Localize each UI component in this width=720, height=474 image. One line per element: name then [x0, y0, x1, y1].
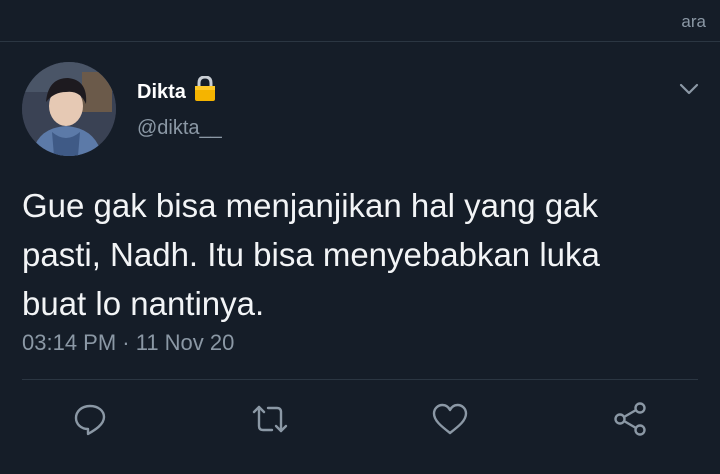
retweet-icon — [252, 405, 288, 433]
reply-icon — [74, 404, 106, 436]
tweet-text: Gue gak bisa menjanjikan hal yang gak pa… — [22, 187, 600, 322]
avatar[interactable] — [22, 62, 116, 156]
divider — [22, 379, 698, 380]
display-name[interactable]: Dikta — [137, 75, 216, 108]
like-button[interactable] — [430, 399, 470, 439]
heart-icon — [432, 403, 468, 435]
avatar-image — [22, 62, 116, 156]
chevron-down-icon[interactable] — [676, 76, 702, 102]
display-name-text: Dikta — [137, 80, 186, 103]
lock-icon — [194, 75, 216, 108]
top-bar: ara — [0, 0, 720, 42]
reply-button[interactable] — [70, 399, 110, 439]
retweet-button[interactable] — [250, 399, 290, 439]
top-bar-text: ara — [681, 12, 706, 31]
share-icon — [614, 402, 646, 436]
user-handle[interactable]: @dikta__ — [137, 117, 222, 140]
tweet-timestamp[interactable]: 03:14 PM · 11 Nov 20 — [22, 330, 234, 356]
share-button[interactable] — [610, 399, 650, 439]
